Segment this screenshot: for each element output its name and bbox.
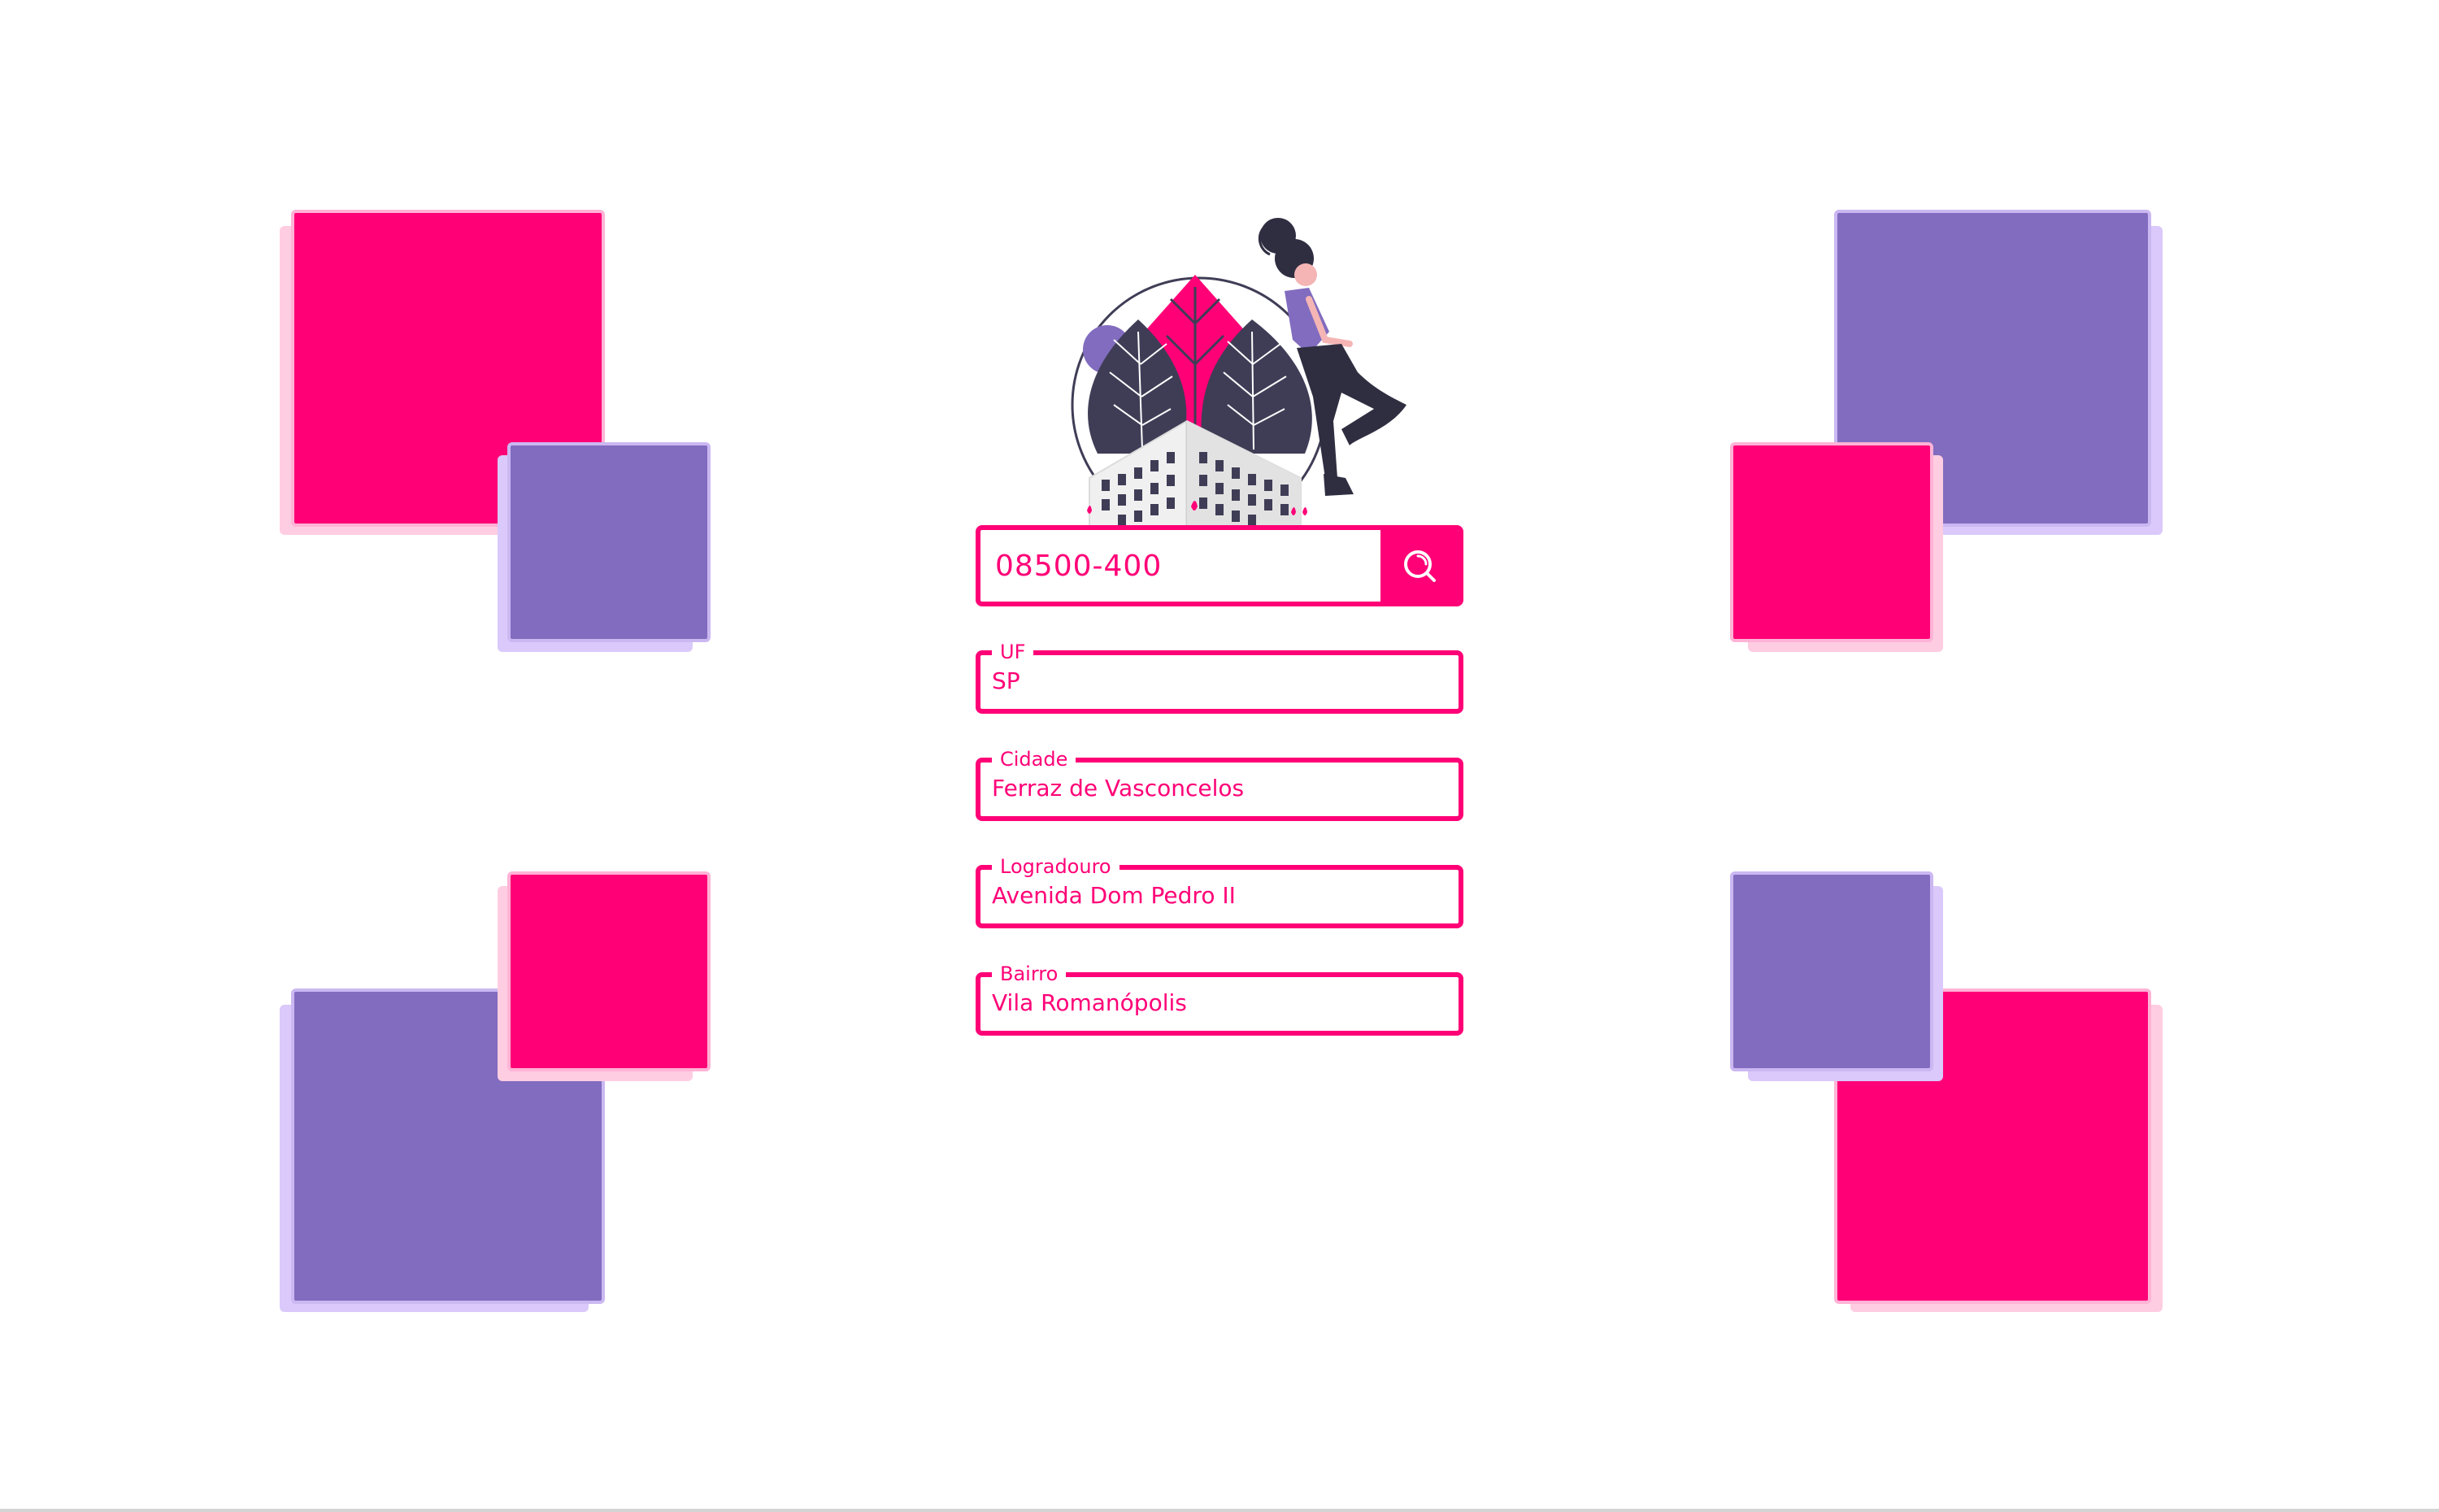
cidade-field[interactable]: Cidade Ferraz de Vasconcelos <box>976 746 1463 821</box>
decorative-square-pink <box>507 871 711 1071</box>
decorative-square-pink <box>1730 442 1933 642</box>
building-woman-illustration <box>1071 218 1406 528</box>
cidade-label: Cidade <box>992 746 1076 772</box>
cep-search-input[interactable] <box>980 530 1380 602</box>
search-icon <box>1404 550 1436 582</box>
window-bottom-border <box>0 1509 2439 1512</box>
search-button[interactable] <box>1380 530 1459 602</box>
logradouro-label: Logradouro <box>992 854 1120 880</box>
page: UF SP Cidade Ferraz de Vasconcelos Logra… <box>0 0 2439 1512</box>
cidade-value: Ferraz de Vasconcelos <box>992 775 1245 802</box>
decorative-square-purple <box>507 442 711 642</box>
bairro-label: Bairro <box>992 961 1067 987</box>
bairro-value: Vila Romanópolis <box>992 989 1187 1016</box>
logradouro-value: Avenida Dom Pedro II <box>992 882 1236 909</box>
uf-value: SP <box>992 667 1020 694</box>
logradouro-field[interactable]: Logradouro Avenida Dom Pedro II <box>976 854 1463 928</box>
bairro-field[interactable]: Bairro Vila Romanópolis <box>976 961 1463 1036</box>
cep-search-bar <box>976 525 1463 606</box>
uf-field[interactable]: UF SP <box>976 639 1463 714</box>
uf-label: UF <box>992 639 1034 665</box>
decorative-square-purple <box>1730 871 1933 1071</box>
